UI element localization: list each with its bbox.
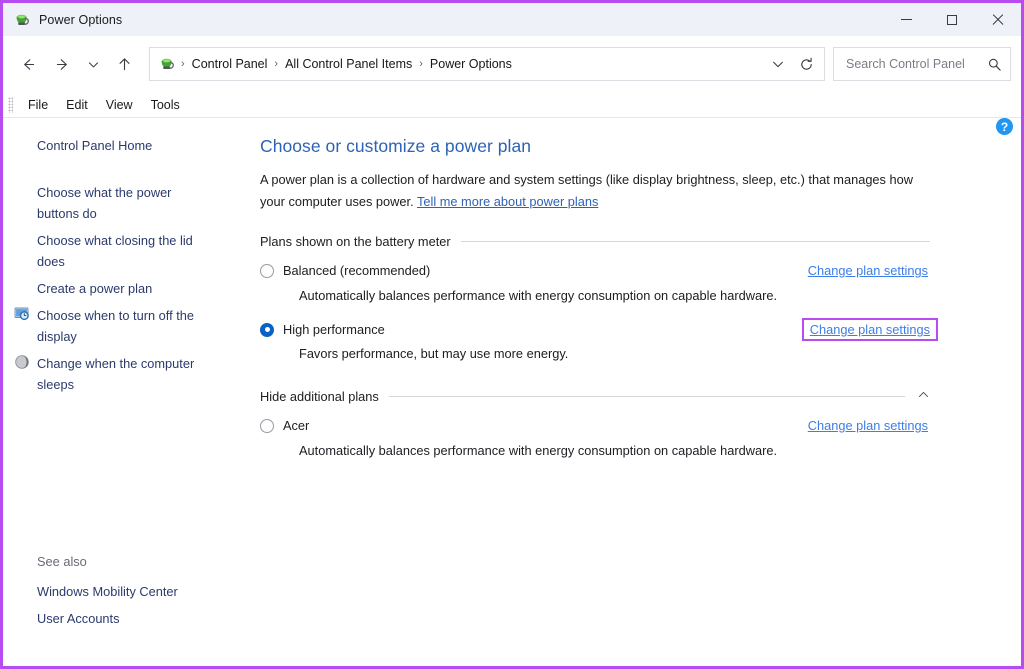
section-rule xyxy=(388,395,905,397)
plan-name[interactable]: Balanced (recommended) xyxy=(283,263,430,278)
sidebar-item-closing-lid[interactable]: Choose what closing the lid does xyxy=(3,227,218,275)
plan-description: Automatically balances performance with … xyxy=(299,288,778,303)
help-button[interactable]: ? xyxy=(996,118,1013,135)
menu-view[interactable]: View xyxy=(97,95,142,115)
menu-tools[interactable]: Tools xyxy=(142,95,189,115)
section-battery-meter-plans: Plans shown on the battery meter Balance… xyxy=(260,234,991,364)
plan-description: Favors performance, but may use more ene… xyxy=(299,346,569,361)
see-also-windows-mobility-center[interactable]: Windows Mobility Center xyxy=(3,578,240,605)
close-button[interactable] xyxy=(975,3,1021,36)
breadcrumb-item-power-options[interactable]: Power Options xyxy=(425,55,517,73)
chevron-up-icon[interactable] xyxy=(917,388,930,404)
sidebar-item-label: Control Panel Home xyxy=(37,138,153,153)
arrow-right-icon xyxy=(56,58,67,70)
section-rule xyxy=(460,241,930,242)
window-controls xyxy=(883,3,1021,36)
chevron-down-icon xyxy=(773,61,783,68)
sidebar-item-label: Choose what closing the lid does xyxy=(37,233,193,269)
up-button[interactable] xyxy=(107,47,141,81)
sidebar-item-label: Create a power plan xyxy=(37,281,153,296)
sidebar-item-create-power-plan[interactable]: Create a power plan xyxy=(3,275,218,302)
tell-me-more-link[interactable]: Tell me more about power plans xyxy=(417,194,598,209)
display-clock-icon xyxy=(14,306,30,322)
section-additional-plans: Hide additional plans Acer Change plan s… xyxy=(260,388,991,461)
menu-bar: File Edit View Tools xyxy=(3,92,1021,118)
plan-header: Acer Change plan settings xyxy=(260,417,930,434)
power-plug-icon xyxy=(14,12,30,28)
plan-row-balanced: Balanced (recommended) Change plan setti… xyxy=(260,262,991,306)
see-also-user-accounts[interactable]: User Accounts xyxy=(3,605,240,632)
breadcrumb-separator: › xyxy=(419,58,423,70)
sidebar-item-label: Choose what the power buttons do xyxy=(37,185,172,221)
breadcrumb-separator: › xyxy=(181,58,185,70)
sidebar-item-label: Change when the computer sleeps xyxy=(37,356,195,392)
arrow-left-icon xyxy=(23,58,34,70)
recent-locations-button[interactable] xyxy=(79,47,107,81)
plan-name[interactable]: High performance xyxy=(283,322,385,337)
menu-file[interactable]: File xyxy=(19,95,57,115)
chevron-down-icon xyxy=(88,61,98,67)
sidebar-item-label: Choose when to turn off the display xyxy=(37,308,194,344)
refresh-icon xyxy=(800,57,812,70)
breadcrumb[interactable]: › Control Panel › All Control Panel Item… xyxy=(149,47,825,81)
minimize-button[interactable] xyxy=(883,3,929,36)
breadcrumb-separator: › xyxy=(274,58,279,70)
arrow-up-icon xyxy=(119,57,129,70)
refresh-button[interactable] xyxy=(792,50,820,78)
close-icon xyxy=(992,14,1004,26)
section-title: Hide additional plans xyxy=(260,388,379,404)
change-plan-settings-balanced[interactable]: Change plan settings xyxy=(806,262,930,279)
intro-paragraph: A power plan is a collection of hardware… xyxy=(260,169,932,212)
breadcrumb-dropdown-button[interactable] xyxy=(764,50,792,78)
search-box[interactable] xyxy=(833,47,1011,81)
change-plan-settings-acer[interactable]: Change plan settings xyxy=(806,417,930,434)
menu-edit[interactable]: Edit xyxy=(57,95,97,115)
plan-header: High performance Change plan settings xyxy=(260,318,938,341)
menu-grip-handle[interactable] xyxy=(8,96,13,113)
title-bar: Power Options xyxy=(3,3,1021,36)
sidebar: Control Panel Home Choose what the power… xyxy=(3,118,250,666)
breadcrumb-power-plug-icon xyxy=(159,56,175,72)
content-area: Control Panel Home Choose what the power… xyxy=(3,118,1021,666)
plan-row-high-performance: High performance Change plan settings Fa… xyxy=(260,318,991,364)
page-title: Choose or customize a power plan xyxy=(260,136,532,156)
back-button[interactable] xyxy=(11,47,45,81)
window-title: Power Options xyxy=(39,12,123,27)
forward-button[interactable] xyxy=(45,47,79,81)
search-input[interactable] xyxy=(844,56,987,72)
sidebar-item-turn-off-display[interactable]: Choose when to turn off the display xyxy=(3,302,218,350)
power-options-window: Power Options › Control Panel › All Cont… xyxy=(0,0,1024,669)
plan-description: Automatically balances performance with … xyxy=(299,443,778,458)
section-header: Plans shown on the battery meter xyxy=(260,234,930,249)
radio-balanced[interactable] xyxy=(260,263,274,278)
search-icon xyxy=(987,57,1002,72)
main-panel: ? Choose or customize a power plan A pow… xyxy=(250,118,1021,666)
section-title: Plans shown on the battery meter xyxy=(260,234,451,249)
sidebar-item-control-panel-home[interactable]: Control Panel Home xyxy=(3,132,218,159)
see-also-label: See also xyxy=(37,554,87,569)
sidebar-item-power-buttons[interactable]: Choose what the power buttons do xyxy=(3,179,218,227)
breadcrumb-item-all-control-panel-items[interactable]: All Control Panel Items xyxy=(280,55,417,73)
address-bar: › Control Panel › All Control Panel Item… xyxy=(3,36,1021,92)
plan-name[interactable]: Acer xyxy=(283,418,309,433)
maximize-icon xyxy=(947,14,957,25)
see-also-section: See also Windows Mobility Center User Ac… xyxy=(3,551,240,652)
maximize-button[interactable] xyxy=(929,3,975,36)
sidebar-item-computer-sleeps[interactable]: Change when the computer sleeps xyxy=(3,350,218,398)
breadcrumb-item-control-panel[interactable]: Control Panel xyxy=(187,55,273,73)
radio-high-performance[interactable] xyxy=(260,322,274,337)
sleep-moon-icon xyxy=(14,354,30,370)
radio-acer[interactable] xyxy=(260,418,274,433)
change-plan-settings-high-performance[interactable]: Change plan settings xyxy=(801,318,938,341)
section-header[interactable]: Hide additional plans xyxy=(260,388,930,404)
plan-header: Balanced (recommended) Change plan setti… xyxy=(260,262,930,279)
plan-row-acer: Acer Change plan settings Automatically … xyxy=(260,417,991,461)
minimize-icon xyxy=(900,19,912,20)
